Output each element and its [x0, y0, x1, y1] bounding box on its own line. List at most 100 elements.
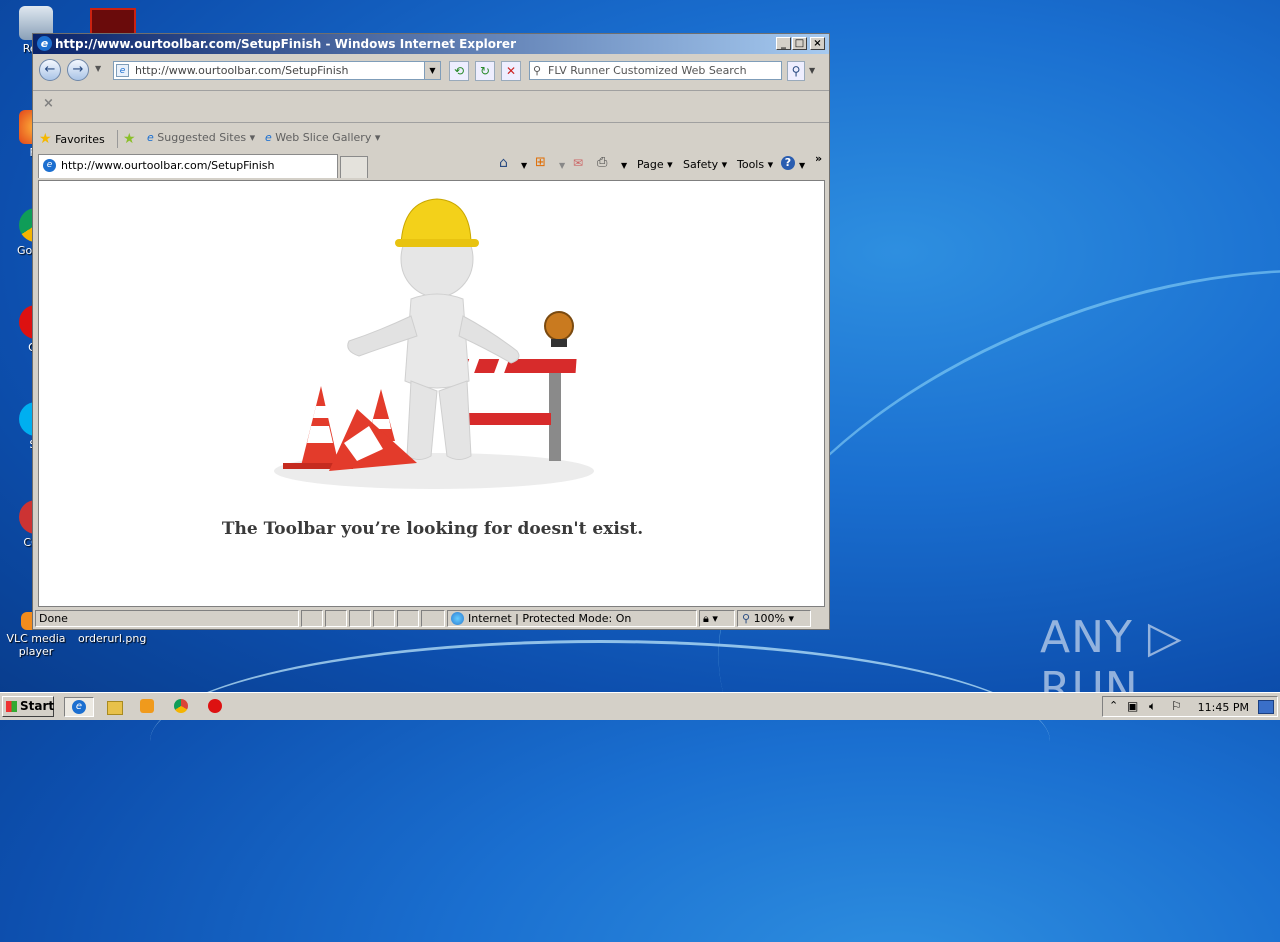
mail-icon[interactable]: ✉ — [573, 156, 583, 170]
show-desktop-icon[interactable] — [1258, 700, 1274, 714]
help-icon[interactable]: ? — [781, 156, 795, 170]
search-input[interactable]: ⚲ FLV Runner Customized Web Search — [529, 61, 782, 80]
search-placeholder: FLV Runner Customized Web Search — [548, 64, 747, 77]
figure-body-icon — [404, 293, 470, 389]
minimize-button[interactable]: _ — [776, 37, 791, 50]
explorer-icon[interactable] — [104, 697, 124, 717]
suggested-sites-label: Suggested Sites — [157, 131, 247, 144]
figure-left-arm-icon — [347, 315, 418, 357]
status-pane — [421, 610, 445, 627]
tools-menu[interactable]: Tools ▾ — [737, 158, 773, 171]
history-dropdown-icon[interactable]: ▼ — [95, 64, 101, 73]
system-tray: ⌃ ▣ 🔈︎ ⚐ 11:45 PM — [1102, 696, 1278, 717]
warning-light-icon — [544, 311, 574, 341]
chrome-icon[interactable] — [172, 697, 192, 717]
action-center-flag-icon[interactable]: ⚐ — [1171, 699, 1182, 713]
address-dropdown-icon[interactable]: ▼ — [424, 62, 440, 79]
print-dropdown-icon[interactable]: ▼ — [621, 161, 627, 170]
status-pane — [349, 610, 371, 627]
volume-icon[interactable]: 🔈︎ — [1149, 699, 1156, 714]
divider — [33, 90, 829, 91]
refresh-button[interactable]: ↻ — [475, 61, 495, 81]
globe-icon — [451, 612, 464, 625]
favorites-button[interactable]: ★ Favorites — [39, 131, 105, 147]
home-icon[interactable]: ⌂ — [499, 155, 508, 171]
forward-button[interactable]: → — [67, 59, 89, 81]
web-slice-gallery-link[interactable]: e Web Slice Gallery ▾ — [265, 131, 380, 144]
start-button[interactable]: Start — [2, 696, 54, 717]
home-dropdown-icon[interactable]: ▼ — [521, 161, 527, 170]
media-player-icon[interactable] — [138, 697, 158, 717]
taskbar-ie-button[interactable]: e — [64, 697, 94, 717]
page-content: The Toolbar you’re looking for doesn't e… — [38, 180, 825, 607]
lock-icon: 🔒︎ — [703, 612, 709, 625]
barrier-post-icon — [549, 361, 561, 461]
page-menu[interactable]: Page ▾ — [637, 158, 673, 171]
tab-row: e http://www.ourtoolbar.com/SetupFinish … — [33, 152, 829, 178]
stop-button[interactable]: ✕ — [501, 61, 521, 81]
status-text: Done — [35, 610, 299, 627]
close-toolbar-icon[interactable]: × — [43, 96, 54, 111]
zoom-icon: ⚲ — [742, 612, 751, 625]
page-icon: e — [43, 159, 56, 172]
search-options-icon[interactable]: ▼ — [809, 66, 815, 75]
ie-page-icon: e — [265, 131, 272, 144]
address-bar[interactable]: e http://www.ourtoolbar.com/SetupFinish … — [113, 61, 441, 80]
web-slice-label: Web Slice Gallery — [275, 131, 372, 144]
zoom-level: 100% — [753, 612, 786, 625]
clock[interactable]: 11:45 PM — [1198, 701, 1249, 714]
figure-right-leg-icon — [438, 380, 472, 460]
print-icon[interactable]: ⎙ — [597, 155, 607, 170]
protected-mode-button[interactable]: 🔒︎ ▾ — [699, 610, 735, 627]
close-button[interactable]: × — [810, 37, 825, 50]
divider — [117, 130, 118, 148]
page-menu-label: Page — [637, 158, 664, 171]
address-toolbar: ← → ▼ e http://www.ourtoolbar.com/SetupF… — [33, 56, 829, 84]
desktop-icon-label: orderurl.png — [78, 632, 147, 645]
zoom-button[interactable]: ⚲ 100% ▾ — [737, 610, 811, 627]
status-pane — [373, 610, 395, 627]
compatibility-view-button[interactable]: ⟲ — [449, 61, 469, 81]
search-button[interactable]: ⚲ — [787, 61, 805, 81]
hard-hat-icon — [400, 198, 472, 246]
add-favorite-icon[interactable]: ★ — [123, 131, 136, 147]
windows-logo-icon — [6, 701, 17, 712]
taskbar: Start e ⌃ ▣ 🔈︎ ⚐ 11:45 PM — [0, 692, 1280, 720]
ie-page-icon: e — [147, 131, 154, 144]
divider — [33, 122, 829, 123]
ie-icon: e — [72, 700, 86, 714]
search-icon: ⚲ — [533, 64, 542, 77]
ie-icon: e — [37, 36, 52, 51]
figure-right-arm-icon — [458, 315, 520, 364]
safety-menu-label: Safety — [683, 158, 719, 171]
back-button[interactable]: ← — [39, 59, 61, 81]
address-input[interactable]: http://www.ourtoolbar.com/SetupFinish — [135, 64, 349, 77]
feeds-dropdown-icon[interactable]: ▼ — [559, 161, 565, 170]
favorites-label: Favorites — [55, 133, 105, 146]
opera-icon[interactable] — [206, 697, 226, 717]
network-icon[interactable]: ▣ — [1127, 699, 1138, 713]
feeds-icon[interactable]: ⊞ — [535, 155, 546, 170]
safety-menu[interactable]: Safety ▾ — [683, 158, 727, 171]
tab-active[interactable]: e http://www.ourtoolbar.com/SetupFinish — [38, 154, 338, 178]
security-zone-label: Internet | Protected Mode: On — [468, 612, 632, 625]
page-icon: e — [116, 64, 129, 77]
under-construction-illustration — [274, 198, 594, 489]
new-tab-button[interactable] — [340, 156, 368, 178]
favorites-bar: ★ Favorites ★ e Suggested Sites ▾ e Web … — [33, 124, 829, 152]
star-icon: ★ — [39, 131, 52, 147]
show-hidden-icons-icon[interactable]: ⌃ — [1109, 699, 1118, 712]
security-zone[interactable]: Internet | Protected Mode: On — [447, 610, 697, 627]
title-bar[interactable]: e http://www.ourtoolbar.com/SetupFinish … — [33, 34, 829, 54]
error-message: The Toolbar you’re looking for doesn't e… — [221, 519, 644, 539]
status-pane — [301, 610, 323, 627]
help-dropdown-icon[interactable]: ▼ — [799, 161, 805, 170]
chevron-more-icon[interactable]: » — [815, 152, 822, 165]
ie-window: e http://www.ourtoolbar.com/SetupFinish … — [32, 33, 830, 630]
suggested-sites-link[interactable]: e Suggested Sites ▾ — [147, 131, 255, 144]
start-label: Start — [20, 699, 55, 713]
desktop-icon-label: VLC media player — [6, 632, 66, 658]
tab-title: http://www.ourtoolbar.com/SetupFinish — [61, 159, 275, 172]
maximize-button[interactable]: □ — [792, 37, 807, 50]
status-pane — [397, 610, 419, 627]
